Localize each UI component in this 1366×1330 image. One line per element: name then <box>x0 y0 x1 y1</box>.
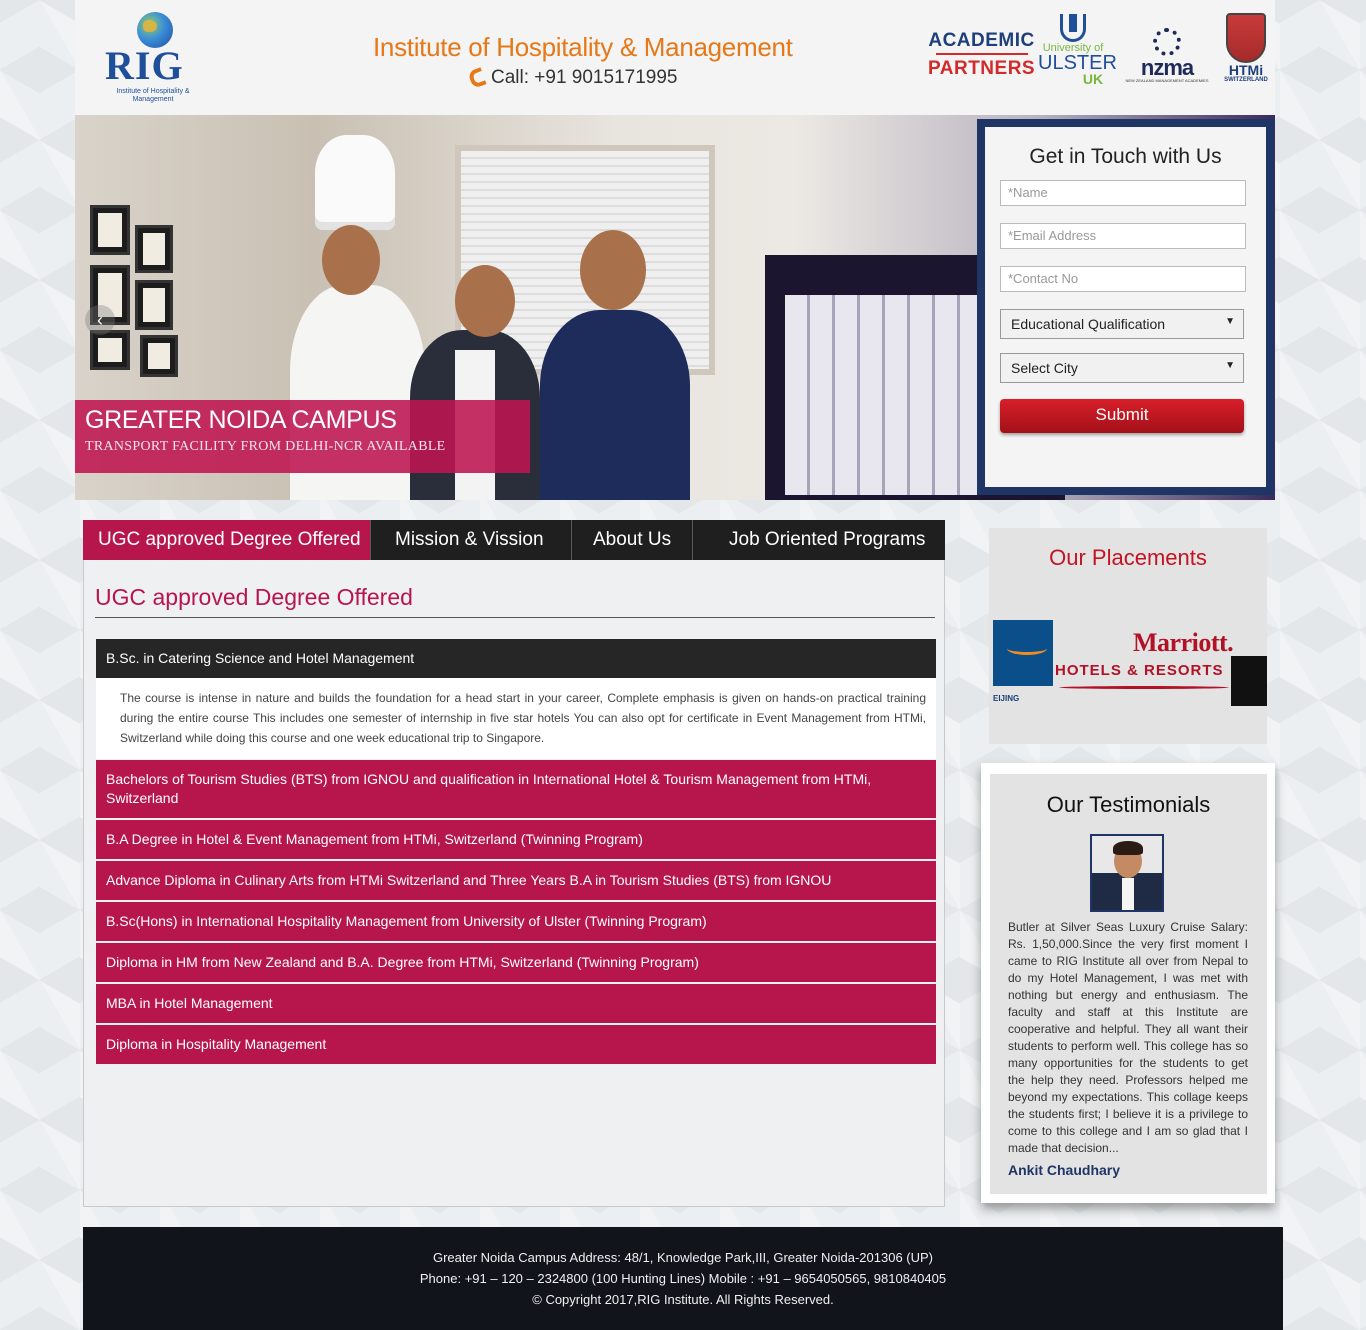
institute-title: Institute of Hospitality & Management <box>373 32 793 62</box>
man-right-figure <box>540 310 690 500</box>
chef-head <box>322 225 380 295</box>
wall-photo <box>90 205 130 255</box>
accordion-item[interactable]: B.Sc(Hons) in International Hospitality … <box>96 902 936 941</box>
placement-logo[interactable] <box>1231 656 1267 706</box>
htmi-line2: SWITZERLAND <box>1224 77 1268 83</box>
call-text: Call: +91 9015171995 <box>491 67 678 88</box>
testimonials-title: Our Testimonials <box>1046 792 1211 817</box>
partners-line1: ACADEMIC <box>928 30 1035 51</box>
testimonials-widget: Our Testimonials Butler at Silver Seas L… <box>981 763 1275 1203</box>
accordion-item[interactable]: MBA in Hotel Management <box>96 984 936 1023</box>
tab-mission[interactable]: Mission & Vission <box>371 520 572 560</box>
marriott-logo-sub: HOTELS & RESORTS <box>1055 662 1224 679</box>
tab-content-panel: UGC approved Degree Offered B.Sc. in Cat… <box>83 560 945 1207</box>
ulster-line3: UK <box>1082 71 1104 87</box>
contact-title: Get in Touch with Us <box>1029 145 1222 168</box>
academic-partners-label: ACADEMIC PARTNERS <box>928 30 1035 80</box>
contact-form-panel: Get in Touch with Us *Name *Email Addres… <box>985 127 1266 487</box>
call-number[interactable]: Call: +91 9015171995 <box>467 67 678 89</box>
htmi-logo[interactable]: HTMi SWITZERLAND <box>1218 13 1274 83</box>
placements-widget: Our Placements EIJING Marriott. HOTELS &… <box>989 528 1267 744</box>
wall-photo <box>135 225 173 273</box>
ulster-logo[interactable]: University of ULSTER UK <box>1038 14 1117 87</box>
man-middle-head <box>455 265 515 337</box>
accordion-item[interactable]: Advance Diploma in Culinary Arts from HT… <box>96 861 936 900</box>
wall-photo <box>135 280 173 330</box>
marriott-logo[interactable]: Marriott. <box>1133 628 1234 658</box>
avatar-shirt <box>1122 878 1134 910</box>
footer-address: Greater Noida Campus Address: 48/1, Know… <box>432 1250 934 1265</box>
tab-about-us[interactable]: About Us <box>572 520 693 560</box>
placement-logo-caption: EIJING <box>993 694 1020 703</box>
contact-form: Get in Touch with Us *Name *Email Addres… <box>977 119 1274 495</box>
name-field[interactable]: *Name <box>1000 180 1246 206</box>
placements-title: Our Placements <box>1049 545 1207 570</box>
qualification-select-value: Educational Qualification <box>1011 316 1166 332</box>
avatar <box>1090 834 1164 912</box>
accordion-item[interactable]: Diploma in HM from New Zealand and B.A. … <box>96 943 936 982</box>
ulster-crest-icon <box>1060 14 1086 42</box>
qualification-select[interactable]: Educational Qualification ▼ <box>1000 309 1244 339</box>
htmi-shield-icon <box>1226 13 1266 63</box>
site-header: RIG Institute of Hospitality & Managemen… <box>75 0 1275 115</box>
slide-caption: GREATER NOIDA CAMPUS TRANSPORT FACILITY … <box>75 400 530 473</box>
site-footer: Greater Noida Campus Address: 48/1, Know… <box>83 1227 1283 1330</box>
accordion-item-open[interactable]: B.Sc. in Catering Science and Hotel Mana… <box>96 639 936 678</box>
testimonial-text: Butler at Silver Seas Luxury Cruise Sala… <box>1008 920 1248 1155</box>
testimonials-panel: Our Testimonials Butler at Silver Seas L… <box>990 774 1267 1194</box>
nzma-logo[interactable]: nzma NEW ZEALAND MANAGEMENT ACADEMIES <box>1125 28 1209 83</box>
partners-divider <box>935 53 1028 55</box>
logo-subtitle: Institute of Hospitality & Management <box>116 88 190 103</box>
accordion-item[interactable]: B.A Degree in Hotel & Event Management f… <box>96 820 936 859</box>
city-select-value: Select City <box>1011 360 1078 376</box>
accordion-item[interactable]: Bachelors of Tourism Studies (BTS) from … <box>96 760 936 818</box>
city-select[interactable]: Select City ▼ <box>1000 353 1244 383</box>
partners-line2: PARTNERS <box>928 58 1036 79</box>
slider-prev-button[interactable]: ‹ <box>85 305 115 335</box>
tab-ugc-degree[interactable]: UGC approved Degree Offered <box>83 520 371 560</box>
ulster-line2: ULSTER <box>1038 52 1117 74</box>
accordion-item[interactable]: Diploma in Hospitality Management <box>96 1025 936 1064</box>
email-field[interactable]: *Email Address <box>1000 223 1246 249</box>
program-tabs: UGC approved Degree Offered Mission & Vi… <box>83 520 945 560</box>
chevron-down-icon: ▼ <box>1225 360 1235 371</box>
rig-logo[interactable]: RIG Institute of Hospitality & Managemen… <box>103 12 193 104</box>
caption-title: GREATER NOIDA CAMPUS <box>85 406 397 434</box>
contact-number-field[interactable]: *Contact No <box>1000 266 1246 292</box>
chef-hat <box>315 135 395 230</box>
marriott-swoosh <box>1059 686 1229 689</box>
testimonial-author: Ankit Chaudhary <box>1008 1162 1121 1178</box>
htmi-line1: HTMi <box>1228 62 1264 78</box>
nzma-line1: nzma <box>1140 55 1194 80</box>
content-heading: UGC approved Degree Offered <box>95 584 413 610</box>
chevron-down-icon: ▼ <box>1225 316 1235 327</box>
footer-copyright: © Copyright 2017,RIG Institute. All Righ… <box>532 1292 834 1307</box>
submit-button[interactable]: Submit <box>1000 399 1244 433</box>
heading-divider <box>95 617 935 618</box>
accordion-body: The course is intense in nature and buil… <box>96 678 936 759</box>
tab-job-oriented[interactable]: Job Oriented Programs <box>693 520 945 560</box>
placement-logo[interactable] <box>993 620 1053 686</box>
man-right-head <box>580 230 646 310</box>
wall-photo <box>90 330 130 370</box>
caption-subtitle: TRANSPORT FACILITY FROM DELHI-NCR AVAILA… <box>85 439 446 454</box>
logo-text: RIG <box>105 43 184 88</box>
footer-phone: Phone: +91 – 120 – 2324800 (100 Hunting … <box>419 1271 947 1286</box>
nzma-ring-icon <box>1153 28 1181 56</box>
nzma-line2: NEW ZEALAND MANAGEMENT ACADEMIES <box>1125 78 1209 83</box>
avatar-hair <box>1113 841 1143 855</box>
phone-icon <box>467 67 487 89</box>
wall-photo <box>140 335 178 377</box>
